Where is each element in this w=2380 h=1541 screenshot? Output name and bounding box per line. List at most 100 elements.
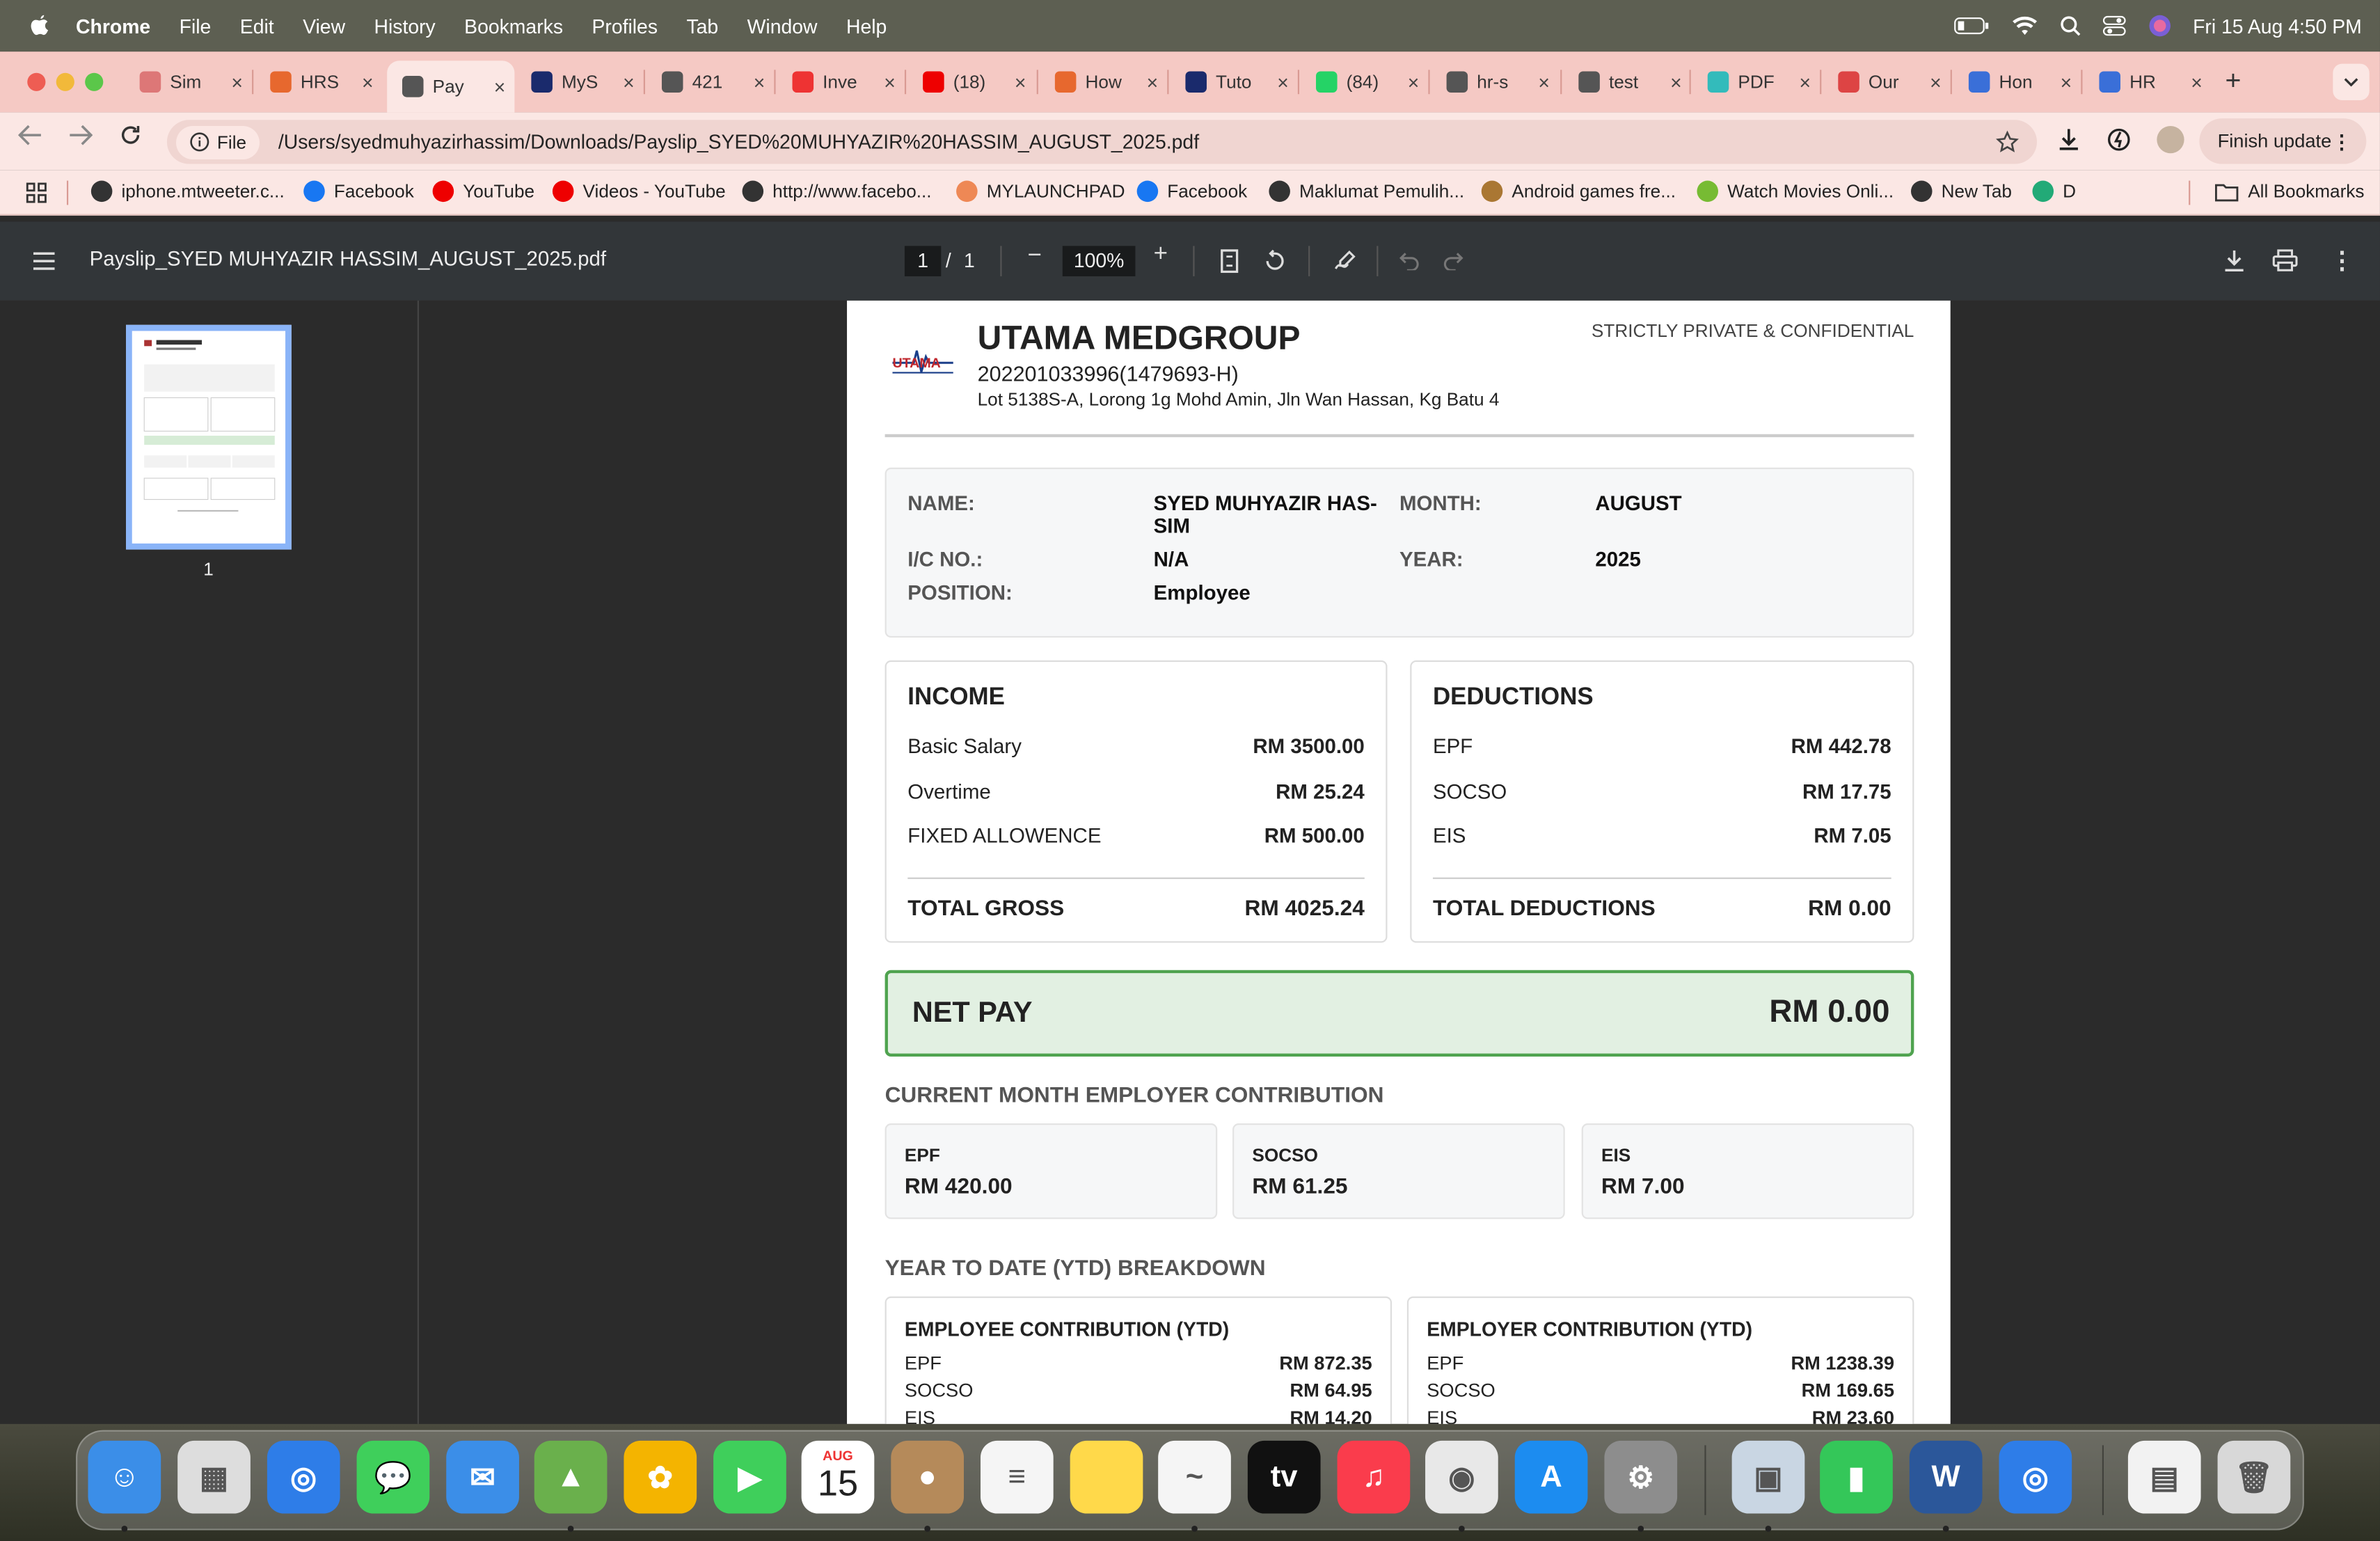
menu-tab[interactable]: Tab xyxy=(686,15,718,38)
finder-icon[interactable]: ☺ xyxy=(88,1440,161,1514)
close-tab-icon[interactable]: × xyxy=(623,70,635,93)
close-tab-icon[interactable]: × xyxy=(754,70,765,93)
browser-tab[interactable]: Tuto × xyxy=(1171,61,1298,103)
photos-icon[interactable]: ✿ xyxy=(624,1440,697,1514)
bookmark-item[interactable]: Facebook xyxy=(303,180,414,203)
close-tab-icon[interactable]: × xyxy=(1799,70,1811,93)
safari-icon[interactable]: ◎ xyxy=(267,1440,340,1514)
close-tab-icon[interactable]: × xyxy=(884,70,896,93)
word-icon[interactable]: W xyxy=(1909,1440,1983,1514)
star-icon[interactable] xyxy=(1996,130,2019,154)
page-number-input[interactable]: 1 xyxy=(904,246,942,276)
menu-help[interactable]: Help xyxy=(846,15,887,38)
minimize-window-button[interactable] xyxy=(56,72,74,91)
zoom-in-button[interactable]: + xyxy=(1154,242,1168,269)
zoom-out-button[interactable]: − xyxy=(1028,243,1042,270)
battery-icon[interactable] xyxy=(1953,17,1989,35)
download-button[interactable] xyxy=(2223,249,2245,280)
bookmark-item[interactable]: Facebook xyxy=(1136,180,1247,203)
browser-tab[interactable]: How × xyxy=(1040,61,1167,103)
close-tab-icon[interactable]: × xyxy=(1277,70,1289,93)
forward-button[interactable] xyxy=(68,125,93,153)
close-tab-icon[interactable]: × xyxy=(2191,70,2203,93)
freeform-icon[interactable]: ~ xyxy=(1158,1440,1231,1514)
numbers-icon[interactable]: ▮ xyxy=(1820,1440,1893,1514)
redo-button[interactable] xyxy=(1443,251,1463,278)
tab-search-button[interactable] xyxy=(2333,63,2370,100)
bookmark-item[interactable]: Android games fre... xyxy=(1481,180,1676,203)
apple-logo-icon[interactable] xyxy=(27,14,51,38)
calendar-icon[interactable]: AUG 15 xyxy=(801,1440,875,1514)
tab-active[interactable]: Pay × xyxy=(387,61,515,113)
close-tab-icon[interactable]: × xyxy=(1015,70,1026,93)
chrome-icon[interactable]: ◉ xyxy=(1425,1440,1498,1514)
menu-file[interactable]: File xyxy=(180,15,212,38)
wifi-icon[interactable] xyxy=(2010,15,2038,37)
pdf-document-icon[interactable]: ▤ xyxy=(2127,1440,2201,1514)
downloads-button[interactable] xyxy=(2056,127,2081,159)
bookmark-item[interactable]: D xyxy=(2032,180,2076,203)
back-button[interactable] xyxy=(17,125,42,153)
reminders-icon[interactable]: ≡ xyxy=(980,1440,1054,1514)
close-tab-icon[interactable]: × xyxy=(1147,70,1159,93)
all-bookmarks-button[interactable]: All Bookmarks xyxy=(2214,181,2364,202)
music-icon[interactable]: ♫ xyxy=(1337,1440,1411,1514)
rotate-button[interactable] xyxy=(1263,249,1287,281)
browser-tab[interactable]: Sim × xyxy=(125,61,252,103)
close-tab-icon[interactable]: × xyxy=(231,70,243,93)
apple-tv-icon[interactable]: tv xyxy=(1247,1440,1321,1514)
extension-button[interactable] xyxy=(2107,127,2131,159)
new-tab-button[interactable]: + xyxy=(2225,65,2241,97)
bookmark-item[interactable]: Maklumat Pemulih... xyxy=(1269,180,1464,203)
bookmark-item[interactable]: Videos - YouTube xyxy=(552,180,726,203)
preview-icon[interactable]: ▣ xyxy=(1731,1440,1805,1514)
apps-grid-icon[interactable] xyxy=(26,182,47,208)
mail-icon[interactable]: ✉ xyxy=(446,1440,519,1514)
close-tab-icon[interactable]: × xyxy=(1670,70,1682,93)
app-store-icon[interactable]: A xyxy=(1514,1440,1588,1514)
control-center-icon[interactable] xyxy=(2102,15,2126,37)
facetime-icon[interactable]: ▶ xyxy=(713,1440,786,1514)
browser-tab[interactable]: Inve × xyxy=(777,61,905,103)
browser-tab[interactable]: HR × xyxy=(2084,61,2212,103)
print-button[interactable] xyxy=(2272,249,2298,280)
bookmark-item[interactable]: New Tab xyxy=(1911,180,2012,203)
trash-icon[interactable]: 🗑 xyxy=(2217,1440,2291,1514)
reload-button[interactable] xyxy=(120,125,141,153)
menu-view[interactable]: View xyxy=(303,15,345,38)
close-tab-icon[interactable]: × xyxy=(2061,70,2072,93)
browser-tab[interactable]: HRS × xyxy=(255,61,382,103)
url-text[interactable]: /Users/syedmuhyazirhassim/Downloads/Pays… xyxy=(278,131,1199,154)
menu-edit[interactable]: Edit xyxy=(240,15,274,38)
browser-tab[interactable]: (18) × xyxy=(907,61,1035,103)
browser-tab[interactable]: Our × xyxy=(1823,61,1951,103)
menubar-clock[interactable]: Fri 15 Aug 4:50 PM xyxy=(2193,15,2362,38)
address-bar[interactable]: File /Users/syedmuhyazirhassim/Downloads… xyxy=(166,120,2038,164)
browser-tab[interactable]: PDF × xyxy=(1692,61,1820,103)
launchpad-icon[interactable]: ▦ xyxy=(177,1440,251,1514)
close-tab-icon[interactable]: × xyxy=(494,75,506,98)
fit-page-button[interactable] xyxy=(1221,249,1239,281)
system-settings-icon[interactable]: ⚙ xyxy=(1604,1440,1678,1514)
profile-avatar[interactable] xyxy=(2157,126,2184,154)
menu-icon[interactable] xyxy=(33,251,55,278)
annotate-button[interactable] xyxy=(1333,249,1357,281)
maps-icon[interactable]: ▲ xyxy=(534,1440,608,1514)
bookmark-item[interactable]: MYLAUNCHPAD xyxy=(956,180,1125,203)
notes-icon[interactable] xyxy=(1070,1440,1143,1514)
browser-tab[interactable]: test × xyxy=(1564,61,1691,103)
bookmark-item[interactable]: http://www.facebo... xyxy=(742,180,932,203)
bookmark-item[interactable]: iphone.mtweeter.c... xyxy=(90,180,285,203)
messages-icon[interactable]: 💬 xyxy=(356,1440,430,1514)
menu-window[interactable]: Window xyxy=(747,15,818,38)
bookmark-item[interactable]: YouTube xyxy=(432,180,534,203)
close-tab-icon[interactable]: × xyxy=(362,70,374,93)
menu-profiles[interactable]: Profiles xyxy=(592,15,658,38)
browser-tab[interactable]: 421 × xyxy=(646,61,774,103)
undo-button[interactable] xyxy=(1399,251,1419,278)
menu-history[interactable]: History xyxy=(374,15,436,38)
contacts-icon[interactable]: ● xyxy=(891,1440,964,1514)
browser-tab[interactable]: MyS × xyxy=(516,61,644,103)
spotlight-search-icon[interactable] xyxy=(2059,15,2081,37)
browser-tab[interactable]: (84) × xyxy=(1301,61,1428,103)
